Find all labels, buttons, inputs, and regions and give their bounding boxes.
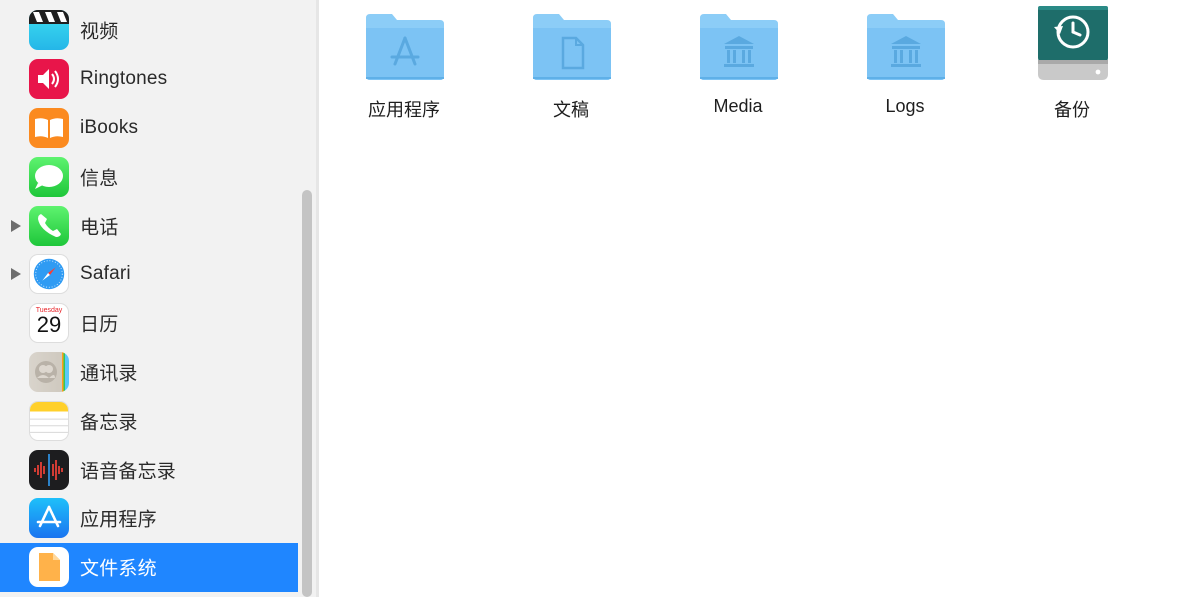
sidebar-item-label: 备忘录	[80, 412, 138, 434]
documents-folder-icon	[533, 14, 611, 80]
sidebar-item-file-system[interactable]: 文件系统	[0, 542, 298, 592]
sidebar-scrollbar-thumb[interactable]	[302, 190, 312, 597]
calendar-date: 29	[36, 312, 62, 338]
sidebar-item-ringtones[interactable]: Ringtones	[0, 55, 298, 104]
file-item-logs[interactable]: Logs	[825, 0, 985, 130]
disclosure-triangle-icon[interactable]	[11, 268, 21, 281]
document-icon	[29, 547, 69, 588]
file-browser: 应用程序 文稿 Media Logs 备份	[319, 0, 1180, 597]
disclosure-triangle-icon[interactable]	[11, 219, 21, 232]
library-folder-icon	[700, 14, 778, 80]
sidebar-item-voice-memos[interactable]: 语音备忘录	[0, 445, 298, 494]
sidebar-item-ibooks[interactable]: iBooks	[0, 104, 298, 153]
speech-bubble-icon	[29, 156, 69, 197]
file-item-backup[interactable]: 备份	[992, 0, 1152, 130]
sidebar: 视频 Ringtones iBooks 信息 电话 Safari Tuesday…	[0, 0, 316, 597]
file-label: Media	[713, 96, 763, 116]
app-store-icon	[29, 498, 69, 539]
sidebar-item-notes[interactable]: 备忘录	[0, 396, 298, 445]
sidebar-item-safari[interactable]: Safari	[0, 250, 298, 299]
sidebar-item-label: 通讯录	[80, 363, 138, 385]
open-book-icon	[29, 107, 69, 148]
sidebar-item-phone[interactable]: 电话	[0, 201, 298, 250]
file-label: Logs	[885, 96, 925, 116]
notes-icon	[29, 400, 69, 441]
waveform-icon	[29, 449, 69, 490]
clapperboard-icon	[29, 10, 69, 51]
sidebar-item-calendar[interactable]: Tuesday 29 日历	[0, 299, 298, 348]
file-label: 备份	[1054, 100, 1090, 120]
file-item-applications[interactable]: 应用程序	[324, 0, 484, 130]
file-label: 文稿	[553, 100, 589, 120]
file-item-documents[interactable]: 文稿	[491, 0, 651, 130]
sidebar-item-label: 语音备忘录	[80, 461, 177, 483]
time-machine-drive-icon	[1038, 6, 1108, 80]
sidebar-item-label: Safari	[80, 263, 131, 285]
contacts-icon	[29, 351, 69, 392]
sidebar-item-videos[interactable]: 视频	[0, 6, 298, 55]
sidebar-item-label: 视频	[80, 21, 119, 43]
speaker-icon	[29, 59, 69, 100]
sidebar-item-label: Ringtones	[80, 68, 168, 90]
applications-folder-icon	[366, 14, 444, 80]
sidebar-item-label: 日历	[80, 314, 119, 336]
sidebar-item-applications[interactable]: 应用程序	[0, 494, 298, 543]
file-label: 应用程序	[368, 100, 440, 120]
sidebar-item-label: iBooks	[80, 116, 139, 138]
sidebar-item-messages[interactable]: 信息	[0, 152, 298, 201]
sidebar-item-label: 电话	[80, 217, 119, 239]
sidebar-item-label: 应用程序	[80, 509, 157, 531]
compass-icon	[29, 254, 69, 295]
file-item-media[interactable]: Media	[658, 0, 818, 130]
phone-icon	[29, 205, 69, 246]
sidebar-item-contacts[interactable]: 通讯录	[0, 348, 298, 397]
calendar-icon: Tuesday 29	[29, 303, 69, 344]
library-folder-icon	[867, 14, 945, 80]
sidebar-item-label: 文件系统	[80, 558, 157, 580]
sidebar-list: 视频 Ringtones iBooks 信息 电话 Safari Tuesday…	[0, 6, 298, 592]
sidebar-item-label: 信息	[80, 168, 119, 190]
